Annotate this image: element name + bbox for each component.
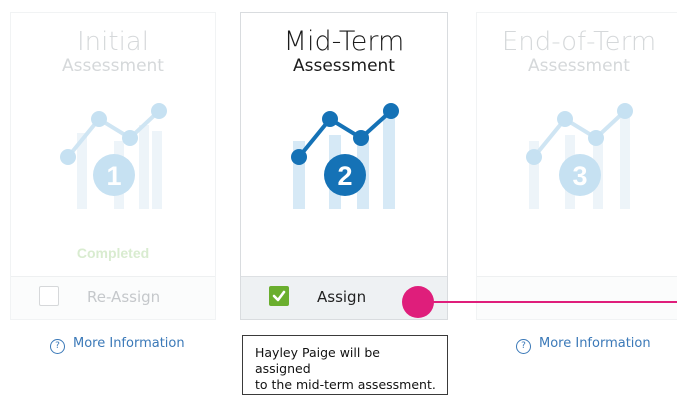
status-completed: Completed <box>76 245 150 261</box>
card-footer: Re-Assign <box>11 276 215 319</box>
assignment-tooltip: Hayley Paige will be assigned to the mid… <box>242 335 448 395</box>
progress-chart-icon: 1 <box>60 103 167 209</box>
assign-checkbox[interactable] <box>269 286 289 306</box>
more-information-link[interactable]: ? More Information <box>516 336 651 354</box>
callout-pointer-icon <box>402 286 677 318</box>
more-information-label: More Information <box>539 336 651 351</box>
more-information-label: More Information <box>73 336 185 351</box>
question-circle-icon: ? <box>516 339 531 354</box>
card-title: End-of-Term <box>501 27 657 57</box>
card-number: 3 <box>572 161 587 191</box>
reassign-checkbox[interactable] <box>39 286 59 306</box>
checkmark-icon <box>272 290 286 302</box>
card-subtitle: Assessment <box>528 56 630 76</box>
progress-chart-icon: 2 <box>291 103 399 209</box>
assign-label: Assign <box>317 288 367 306</box>
assessment-card-end-of-term: End-of-Term Assessment 3 <box>476 12 677 320</box>
card-title: Mid-Term <box>283 26 405 57</box>
tooltip-line-1: Hayley Paige will be assigned <box>255 345 380 376</box>
progress-chart-icon: 3 <box>526 103 633 209</box>
card-number: 1 <box>106 161 121 191</box>
card-number: 2 <box>337 161 352 191</box>
card-subtitle: Assessment <box>293 56 395 76</box>
question-circle-icon: ? <box>50 339 65 354</box>
tooltip-line-2: to the mid-term assessment. <box>255 377 436 392</box>
assessment-card-midterm: Mid-Term Assessment 2 Assign <box>240 12 448 320</box>
card-title: Initial <box>77 27 149 57</box>
assessment-card-initial: Initial Assessment 1 Completed Re-Assign <box>10 12 216 320</box>
more-information-link[interactable]: ? More Information <box>50 336 185 354</box>
reassign-label: Re-Assign <box>87 288 161 306</box>
card-subtitle: Assessment <box>62 56 164 76</box>
